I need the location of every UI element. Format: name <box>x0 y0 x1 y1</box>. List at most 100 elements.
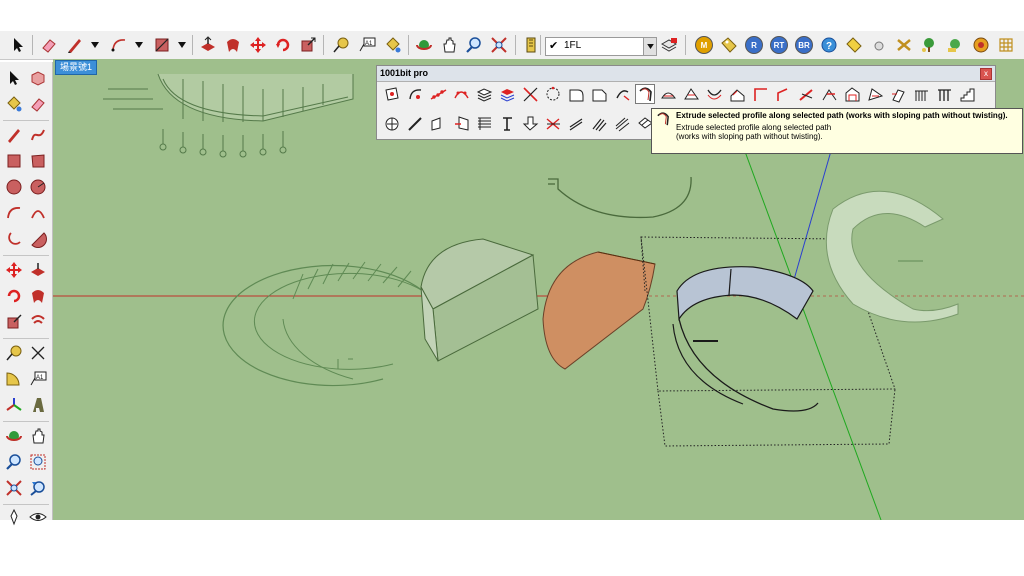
joist-button[interactable] <box>566 113 586 133</box>
grid-plugin-button[interactable] <box>995 34 1017 56</box>
layer-dropdown-arrow[interactable] <box>643 38 656 55</box>
fillet-button[interactable] <box>566 84 586 104</box>
left-text-button[interactable]: A1 <box>27 368 49 390</box>
target-plugin-button[interactable] <box>970 34 992 56</box>
left-line-button[interactable] <box>3 124 25 146</box>
layer-select[interactable]: ✔ 1FL <box>545 37 657 56</box>
cross-plugin-button[interactable] <box>893 34 915 56</box>
left-circle-button[interactable] <box>3 176 25 198</box>
panel-title-bar[interactable]: 1001bit pro x <box>377 66 995 82</box>
baluster-button[interactable] <box>934 84 954 104</box>
left-3pt-arc-button[interactable] <box>3 228 25 250</box>
left-pan-button[interactable] <box>27 425 49 447</box>
rotate-tool-button[interactable] <box>272 34 294 56</box>
eraser-tool-button[interactable] <box>38 34 60 56</box>
layer-manager-button[interactable] <box>658 34 680 56</box>
door-frame-button[interactable] <box>888 84 908 104</box>
rafter-button[interactable] <box>750 84 770 104</box>
left-polygon-button[interactable] <box>27 176 49 198</box>
circle-points-button[interactable] <box>543 84 563 104</box>
footing-button[interactable] <box>520 113 540 133</box>
ruby-rt-button[interactable]: RT <box>768 34 790 56</box>
tree-plugin-button[interactable] <box>918 34 940 56</box>
label-plugin-button[interactable] <box>843 34 865 56</box>
orbit-tool-button[interactable] <box>413 34 435 56</box>
railing-button[interactable] <box>911 84 931 104</box>
push-pull-tool-button[interactable] <box>197 34 219 56</box>
left-paint-button[interactable] <box>3 93 25 115</box>
left-zoom-window-button[interactable] <box>27 451 49 473</box>
left-follow-me-button[interactable] <box>27 285 49 307</box>
left-rectangle-button[interactable] <box>3 150 25 172</box>
cross-lines-button[interactable] <box>520 84 540 104</box>
wall-button[interactable] <box>428 113 448 133</box>
stack-color-button[interactable] <box>497 84 517 104</box>
left-look-around-button[interactable] <box>27 506 49 528</box>
cladding-button[interactable] <box>612 113 632 133</box>
left-eraser-button[interactable] <box>27 93 49 115</box>
help-button[interactable]: ? <box>818 34 840 56</box>
gable-button[interactable] <box>842 84 862 104</box>
left-axes-button[interactable] <box>3 394 25 416</box>
arc-tool-button[interactable] <box>108 34 130 56</box>
window-frame-button[interactable] <box>865 84 885 104</box>
paint-bucket-tool-button[interactable] <box>382 34 404 56</box>
louver-button[interactable] <box>474 113 494 133</box>
tag-plugin-button[interactable] <box>718 34 740 56</box>
scene-tab[interactable]: 場景號1 <box>55 60 98 75</box>
left-tape-button[interactable] <box>3 342 25 364</box>
left-select-button[interactable] <box>3 67 25 89</box>
truss-button[interactable] <box>543 113 563 133</box>
left-previous-view-button[interactable] <box>27 477 49 499</box>
move-tool-button[interactable] <box>247 34 269 56</box>
left-pie-button[interactable] <box>27 228 49 250</box>
close-icon[interactable]: x <box>980 68 992 80</box>
left-3d-text-button[interactable] <box>27 394 49 416</box>
left-rotated-rect-button[interactable] <box>27 150 49 172</box>
text-tool-button[interactable]: A1 <box>356 34 378 56</box>
left-offset-button[interactable] <box>27 311 49 333</box>
arc-dropdown[interactable] <box>134 38 144 52</box>
rectangle-tool-button[interactable] <box>151 34 173 56</box>
extrude-along-path-button[interactable] <box>635 84 655 104</box>
spiral-stair-button[interactable] <box>382 113 402 133</box>
pan-tool-button[interactable] <box>438 34 460 56</box>
surface-hood-button[interactable] <box>658 84 678 104</box>
chamfer-button[interactable] <box>589 84 609 104</box>
left-arc-button[interactable] <box>3 202 25 224</box>
zoom-extents-tool-button[interactable] <box>488 34 510 56</box>
left-2pt-arc-button[interactable] <box>27 202 49 224</box>
arc-point-button[interactable] <box>405 84 425 104</box>
stack-layers-button[interactable] <box>474 84 494 104</box>
left-position-camera-button[interactable] <box>3 506 25 528</box>
sphere-plugin-button[interactable] <box>868 34 890 56</box>
select-tool-button[interactable] <box>7 34 29 56</box>
purlin-button[interactable] <box>773 84 793 104</box>
ruby-m-button[interactable]: M <box>693 34 715 56</box>
left-zoom-button[interactable] <box>3 451 25 473</box>
divide-arc-button[interactable] <box>451 84 471 104</box>
left-orbit-button[interactable] <box>3 425 25 447</box>
deck-button[interactable] <box>589 113 609 133</box>
extend-button[interactable] <box>612 84 632 104</box>
section-tool-button[interactable] <box>520 34 542 56</box>
scale-tool-button[interactable] <box>297 34 319 56</box>
left-protractor-button[interactable] <box>3 368 25 390</box>
column-button[interactable] <box>497 113 517 133</box>
skin-button[interactable] <box>704 84 724 104</box>
left-dimension-button[interactable] <box>27 342 49 364</box>
loft-button[interactable] <box>681 84 701 104</box>
pencil-dropdown[interactable] <box>90 38 100 52</box>
tape-measure-tool-button[interactable] <box>330 34 352 56</box>
zoom-tool-button[interactable] <box>463 34 485 56</box>
left-component-button[interactable] <box>27 67 49 89</box>
left-zoom-extents-button[interactable] <box>3 477 25 499</box>
point-on-face-button[interactable] <box>382 84 402 104</box>
ruby-r-button[interactable]: R <box>743 34 765 56</box>
roof-button[interactable] <box>727 84 747 104</box>
divide-line-button[interactable] <box>428 84 448 104</box>
follow-me-tool-button[interactable] <box>222 34 244 56</box>
shape-dropdown[interactable] <box>177 38 187 52</box>
stair-button[interactable] <box>957 84 977 104</box>
ruby-br-button[interactable]: BR <box>793 34 815 56</box>
